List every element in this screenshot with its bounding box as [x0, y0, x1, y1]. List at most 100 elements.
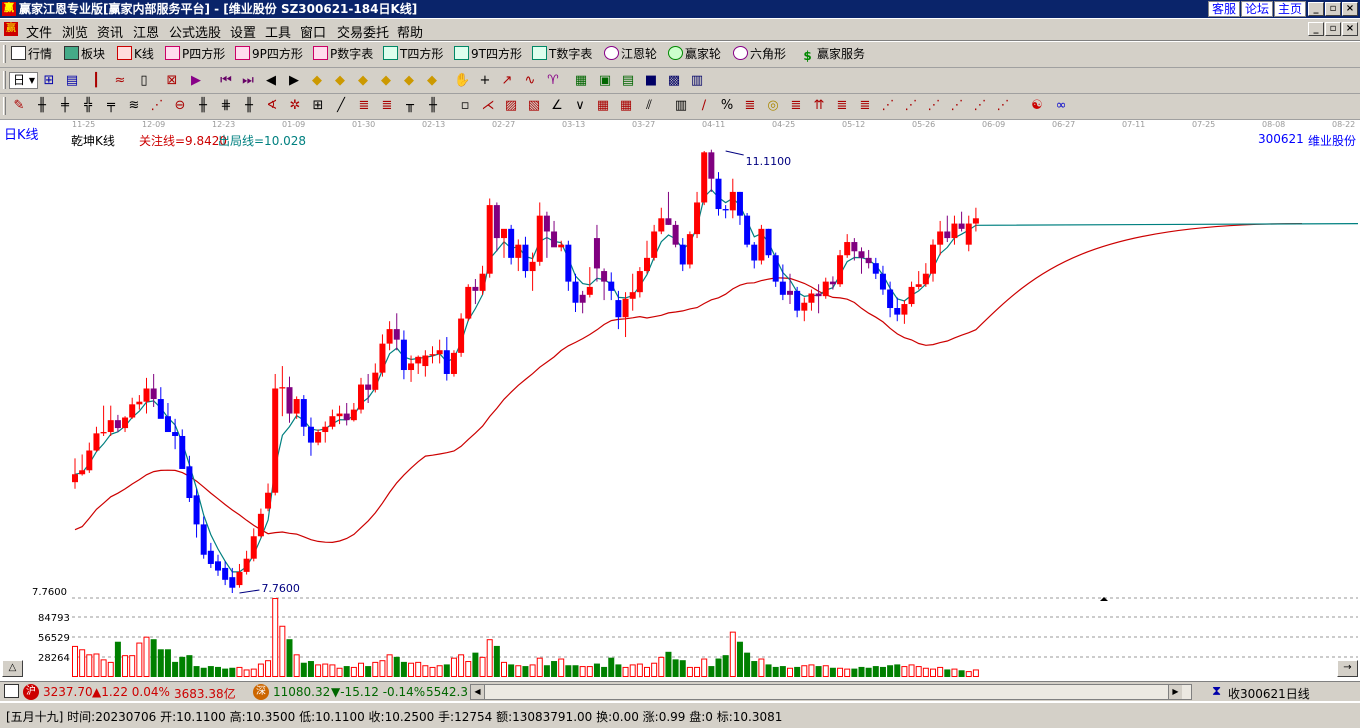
- toolbar-grip[interactable]: [3, 97, 6, 115]
- menu-gann[interactable]: 江恩: [133, 22, 159, 41]
- calculator-icon[interactable]: [4, 684, 19, 698]
- toolbar-t-square-button[interactable]: T四方形: [383, 46, 443, 63]
- hand-icon[interactable]: ✋: [454, 73, 470, 89]
- save-icon[interactable]: ■: [643, 73, 659, 89]
- bar-chart-icon[interactable]: ┃: [88, 73, 104, 89]
- menu-trade[interactable]: 交易委托: [337, 22, 389, 41]
- cycle-icon[interactable]: ⋕: [218, 98, 234, 114]
- left-icon[interactable]: ◀: [263, 73, 279, 89]
- zoom-in-icon[interactable]: ◆: [309, 73, 325, 89]
- line-tool-icon[interactable]: ╪: [57, 98, 73, 114]
- yin-yang-icon[interactable]: ☯: [1029, 98, 1045, 114]
- homepage-link[interactable]: 主页: [1274, 1, 1307, 17]
- star-icon[interactable]: ✲: [287, 98, 303, 114]
- grid-tool-icon[interactable]: ⊞: [310, 98, 326, 114]
- cycle-icon[interactable]: ╫: [195, 98, 211, 114]
- coin-icon[interactable]: ◎: [765, 98, 781, 114]
- print-icon[interactable]: ▩: [666, 73, 682, 89]
- pattern-tool-icon[interactable]: ≣: [356, 98, 372, 114]
- calendar-icon[interactable]: ▦: [573, 73, 589, 89]
- scroll-up-button[interactable]: △: [2, 660, 23, 677]
- fan-level-icon[interactable]: ⋰: [903, 98, 919, 114]
- table-icon[interactable]: ▣: [597, 73, 613, 89]
- fib-icon[interactable]: ∕: [696, 98, 712, 114]
- move-right-icon[interactable]: ◆: [378, 73, 394, 89]
- first-icon[interactable]: ⏮: [218, 73, 234, 89]
- fib-level-icon[interactable]: ≣: [742, 98, 758, 114]
- customer-service-link[interactable]: 客服: [1208, 1, 1241, 17]
- grid-tool-icon[interactable]: ▦: [618, 98, 634, 114]
- crosshair-icon[interactable]: +: [477, 73, 493, 89]
- pattern-icon[interactable]: ♈: [545, 73, 561, 89]
- list-icon[interactable]: ▤: [620, 73, 636, 89]
- move-down-icon[interactable]: ◆: [424, 73, 440, 89]
- menu-info[interactable]: 资讯: [97, 22, 123, 41]
- menu-window[interactable]: 窗口: [300, 22, 326, 41]
- pencil-icon[interactable]: ✎: [11, 98, 27, 114]
- circle-tool-icon[interactable]: ⊖: [172, 98, 188, 114]
- kline-chart-area[interactable]: 日K线 乾坤K线 关注线=9.8420 出局线=10.028 300621 维业…: [0, 128, 1360, 678]
- scroll-right-button[interactable]: →: [1337, 660, 1358, 677]
- ruler-icon[interactable]: ▥: [673, 98, 689, 114]
- parallel-tool-icon[interactable]: ⫽: [641, 98, 657, 114]
- fan-level-icon[interactable]: ⋰: [972, 98, 988, 114]
- draw-icon[interactable]: ↗: [499, 73, 515, 89]
- line-tool-icon[interactable]: ≋: [126, 98, 142, 114]
- toolbar-grip[interactable]: [3, 71, 6, 89]
- infinity-icon[interactable]: ∞: [1053, 98, 1069, 114]
- document-icon[interactable]: ▤: [64, 73, 80, 89]
- zoom-out-icon[interactable]: ◆: [332, 73, 348, 89]
- arrow-tool-icon[interactable]: ⇈: [811, 98, 827, 114]
- angle-tool-icon[interactable]: ∠: [549, 98, 565, 114]
- pattern-tool-icon[interactable]: ≣: [379, 98, 395, 114]
- wave-tool-icon[interactable]: ∨: [572, 98, 588, 114]
- fib-level-icon[interactable]: ≣: [788, 98, 804, 114]
- toolbar-9t-square-button[interactable]: 9T四方形: [454, 46, 522, 63]
- scroll-left-icon[interactable]: ◀: [471, 685, 485, 699]
- toolbar-p-square-button[interactable]: P四方形: [165, 46, 225, 63]
- line-tool-icon[interactable]: ╫: [34, 98, 50, 114]
- move-up-icon[interactable]: ◆: [401, 73, 417, 89]
- line-tool-icon[interactable]: ╬: [80, 98, 96, 114]
- percent-icon[interactable]: %: [719, 98, 735, 114]
- pattern-tool-icon[interactable]: ╥: [402, 98, 418, 114]
- menu-tools[interactable]: 工具: [265, 22, 291, 41]
- trend-icon[interactable]: ∿: [522, 73, 538, 89]
- toolbar-kline-button[interactable]: K线: [117, 46, 154, 63]
- fan-level-icon[interactable]: ⋰: [949, 98, 965, 114]
- cross-icon[interactable]: ⊠: [164, 73, 180, 89]
- scroll-right-icon[interactable]: ▶: [1168, 685, 1182, 699]
- toolbar-grip[interactable]: [3, 45, 6, 63]
- line-tool-icon[interactable]: ╱: [333, 98, 349, 114]
- forum-link[interactable]: 论坛: [1241, 1, 1274, 17]
- dropdown-icon[interactable]: ▯: [136, 73, 152, 89]
- child-minimize-button[interactable]: _: [1308, 22, 1324, 36]
- fan-tool-icon[interactable]: ⋌: [480, 98, 496, 114]
- period-select[interactable]: 日 ▼: [9, 72, 38, 89]
- flag-icon[interactable]: ▶: [188, 73, 204, 89]
- minimize-button[interactable]: _: [1308, 2, 1324, 16]
- square-tool-icon[interactable]: ▨: [503, 98, 519, 114]
- toolbar-t-table-button[interactable]: T数字表: [532, 46, 592, 63]
- fan-level-icon[interactable]: ⋰: [926, 98, 942, 114]
- toolbar-9p-square-button[interactable]: 9P四方形: [235, 46, 303, 63]
- fan-level-icon[interactable]: ⋰: [995, 98, 1011, 114]
- move-left-icon[interactable]: ◆: [355, 73, 371, 89]
- menu-file[interactable]: 文件: [26, 22, 52, 41]
- fib-level-icon[interactable]: ≣: [857, 98, 873, 114]
- square-tool-icon[interactable]: ▧: [526, 98, 542, 114]
- export-icon[interactable]: ▥: [689, 73, 705, 89]
- menu-browse[interactable]: 浏览: [62, 22, 88, 41]
- menu-settings[interactable]: 设置: [230, 22, 256, 41]
- pattern-tool-icon[interactable]: ╫: [425, 98, 441, 114]
- child-close-button[interactable]: ×: [1342, 22, 1358, 36]
- toolbar-sectors-button[interactable]: 板块: [64, 46, 105, 63]
- fan-icon[interactable]: ⋰: [149, 98, 165, 114]
- cycle-icon[interactable]: ╫: [241, 98, 257, 114]
- menu-help[interactable]: 帮助: [397, 22, 423, 41]
- fan-level-icon[interactable]: ⋰: [880, 98, 896, 114]
- toolbar-service-button[interactable]: $ 赢家服务: [800, 46, 865, 63]
- fib-level-icon[interactable]: ≣: [834, 98, 850, 114]
- restore-button[interactable]: ▫: [1325, 2, 1341, 16]
- toolbar-quotes-button[interactable]: 行情: [11, 46, 52, 63]
